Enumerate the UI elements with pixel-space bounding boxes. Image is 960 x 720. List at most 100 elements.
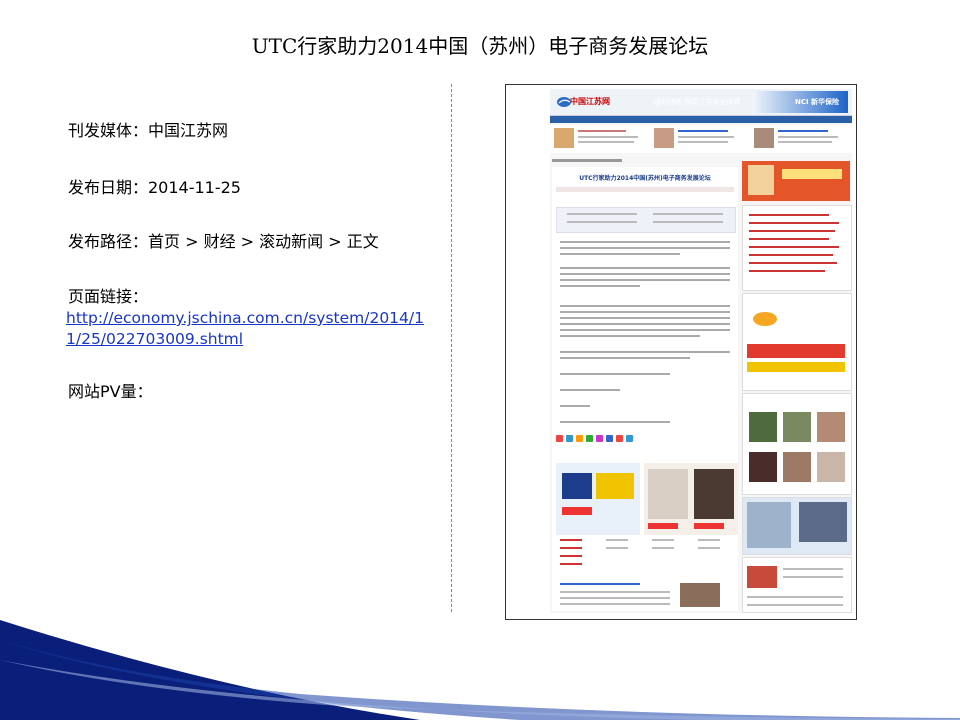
side-promo-logo (753, 312, 777, 326)
category-link[interactable] (560, 547, 582, 549)
text-line (560, 323, 730, 325)
side-list-item[interactable] (749, 214, 829, 216)
text-line (560, 267, 730, 269)
text-line (560, 279, 730, 281)
news-line (560, 597, 670, 599)
side-list-item[interactable] (749, 246, 839, 248)
photo-thumb (749, 412, 777, 442)
side-news-line (747, 604, 843, 606)
text-line (560, 389, 620, 391)
category-link[interactable] (698, 539, 720, 541)
share-icon[interactable] (566, 435, 573, 442)
media-field: 刊发媒体：中国江苏网 (68, 121, 229, 140)
strip-line (678, 141, 728, 143)
side-list-item[interactable] (749, 238, 829, 240)
strip-line (578, 141, 634, 143)
side-list-item[interactable] (749, 230, 835, 232)
text-line (560, 253, 680, 255)
side-news (742, 557, 852, 613)
site-page: 中国江苏网 随时随地 畅享江苏安全保障 NCI 新华保险 UTC行家助力2014… (550, 89, 852, 613)
share-icons (556, 435, 676, 443)
text-line (560, 247, 730, 249)
breadcrumb (552, 159, 622, 162)
photo-thumb (817, 452, 845, 482)
side-ad (742, 497, 852, 555)
webpage-screenshot: 中国江苏网 随时随地 畅享江苏安全保障 NCI 新华保险 UTC行家助力2014… (505, 84, 857, 620)
side-news-line (747, 596, 843, 598)
side-list-item[interactable] (749, 222, 839, 224)
text-line (560, 311, 730, 313)
news-section (556, 579, 736, 609)
category-link[interactable] (652, 539, 674, 541)
news-line (560, 603, 670, 605)
news-thumb (680, 583, 720, 607)
site-header: 中国江苏网 随时随地 畅享江苏安全保障 NCI 新华保险 (550, 89, 852, 116)
text-line (560, 285, 640, 287)
side-list (742, 205, 852, 291)
side-news-thumb (747, 566, 777, 588)
page-link[interactable]: http://economy.jschina.com.cn/system/201… (66, 308, 426, 350)
side-photos (742, 393, 852, 495)
ad-promo-figure (596, 473, 634, 499)
header-banner-text: 随时随地 畅享江苏安全保障 (654, 98, 741, 106)
category-link[interactable] (606, 547, 628, 549)
share-bar (556, 421, 646, 429)
article-infobar (556, 187, 734, 192)
strip-line (678, 130, 728, 132)
category-link[interactable] (560, 539, 582, 541)
strip-line (578, 130, 626, 132)
side-list-item[interactable] (749, 270, 825, 272)
text-line (560, 329, 730, 331)
side-banner-figure (748, 165, 774, 195)
share-icon[interactable] (586, 435, 593, 442)
side-banner (742, 161, 850, 201)
share-icon[interactable] (576, 435, 583, 442)
ad-block-left (556, 463, 640, 535)
header-ad-text: NCI 新华保险 (795, 98, 840, 106)
photo-thumb (783, 412, 811, 442)
photo-thumb (817, 412, 845, 442)
ad-promo-title (562, 473, 592, 499)
side-list-item[interactable] (749, 262, 837, 264)
related-line (567, 221, 637, 223)
text-line (560, 317, 730, 319)
sidebar (742, 123, 852, 613)
side-promo-bar (747, 362, 845, 372)
strip-line (578, 136, 638, 138)
article-title: UTC行家助力2014中国(苏州)电子商务发展论坛 (579, 175, 711, 182)
category-link[interactable] (698, 547, 720, 549)
related-line (653, 221, 723, 223)
share-icon[interactable] (606, 435, 613, 442)
side-promo-bar (747, 344, 845, 358)
category-link[interactable] (652, 547, 674, 549)
share-icon[interactable] (556, 435, 563, 442)
side-list-item[interactable] (749, 254, 833, 256)
related-links (556, 207, 736, 233)
ad-promo-price (694, 523, 724, 529)
ad-promo-price (648, 523, 678, 529)
side-banner-text (782, 169, 842, 179)
text-line (560, 373, 670, 375)
path-field: 发布路径：首页 > 财经 > 滚动新闻 > 正文 (68, 232, 379, 251)
category-link[interactable] (560, 555, 582, 557)
related-line (567, 213, 637, 215)
share-icon[interactable] (616, 435, 623, 442)
share-icon[interactable] (596, 435, 603, 442)
text-line (560, 351, 730, 353)
news-headline (560, 583, 640, 585)
side-news-line (783, 568, 843, 570)
category-link[interactable] (560, 563, 582, 565)
date-field: 发布日期：2014-11-25 (68, 178, 241, 197)
side-promo (742, 293, 852, 391)
link-label: 页面链接： (68, 287, 149, 306)
related-line (653, 213, 723, 215)
strip-thumb (654, 128, 674, 148)
category-link[interactable] (606, 539, 628, 541)
news-line (560, 591, 670, 593)
text-line (560, 405, 590, 407)
photo-thumb (783, 452, 811, 482)
vertical-divider (451, 84, 452, 612)
ad-product-photo (694, 469, 734, 519)
share-icon[interactable] (626, 435, 633, 442)
footer-swoosh (0, 620, 960, 720)
